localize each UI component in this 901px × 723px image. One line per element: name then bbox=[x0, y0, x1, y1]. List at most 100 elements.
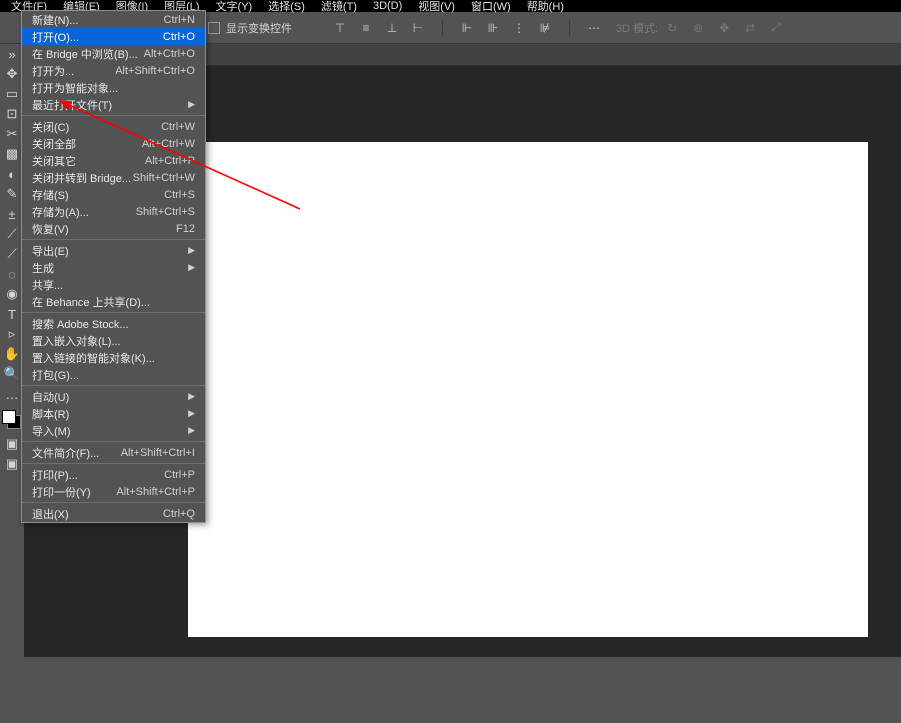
menu-item-label: 退出(X) bbox=[32, 506, 163, 522]
roll-icon[interactable]: ⊚ bbox=[690, 20, 706, 36]
menu-item-label: 打包(G)... bbox=[32, 367, 195, 383]
menu-separator bbox=[22, 463, 205, 464]
shortcut-label: Alt+Shift+Ctrl+I bbox=[121, 447, 195, 459]
toolbar-divider bbox=[569, 20, 570, 36]
submenu-arrow-icon: ▶ bbox=[188, 245, 195, 256]
menu-item-label: 置入嵌入对象(L)... bbox=[32, 333, 195, 349]
menu-item-label: 导入(M) bbox=[32, 423, 188, 439]
menu-item[interactable]: 关闭(C)Ctrl+W bbox=[22, 118, 205, 135]
menu-item[interactable]: 最近打开文件(T)▶ bbox=[22, 96, 205, 113]
menu-separator bbox=[22, 312, 205, 313]
menu-item[interactable]: 关闭并转到 Bridge...Shift+Ctrl+W bbox=[22, 169, 205, 186]
show-transform-controls-checkbox[interactable] bbox=[208, 22, 220, 34]
menu-item-label: 打开为智能对象... bbox=[32, 80, 195, 96]
align-top-icon[interactable]: ⊤ bbox=[332, 20, 348, 36]
distribute-spacing-icon[interactable]: ⊯ bbox=[537, 20, 553, 36]
shortcut-label: Shift+Ctrl+W bbox=[133, 172, 195, 184]
menu-item-label: 恢复(V) bbox=[32, 221, 176, 237]
menu-item-label: 存储为(A)... bbox=[32, 204, 136, 220]
menu-item-label: 新建(N)... bbox=[32, 12, 164, 28]
menu-separator bbox=[22, 385, 205, 386]
menu-item[interactable]: 打包(G)... bbox=[22, 366, 205, 383]
menu-item[interactable]: 打印一份(Y)Alt+Shift+Ctrl+P bbox=[22, 483, 205, 500]
menu-item-label: 关闭并转到 Bridge... bbox=[32, 170, 133, 186]
pan-icon[interactable]: ✥ bbox=[716, 20, 732, 36]
menu-item-label: 打印(P)... bbox=[32, 467, 164, 483]
menu-滤镜(T)[interactable]: 滤镜(T) bbox=[313, 0, 365, 14]
menu-item[interactable]: 共享... bbox=[22, 276, 205, 293]
menu-item-label: 在 Bridge 中浏览(B)... bbox=[32, 46, 144, 62]
menu-item[interactable]: 存储(S)Ctrl+S bbox=[22, 186, 205, 203]
menu-separator bbox=[22, 502, 205, 503]
distribute-h-icon[interactable]: ⊩ bbox=[459, 20, 475, 36]
menu-item-label: 最近打开文件(T) bbox=[32, 97, 188, 113]
menu-item[interactable]: 打开为智能对象... bbox=[22, 79, 205, 96]
foreground-swatch[interactable] bbox=[2, 410, 16, 424]
shortcut-label: Shift+Ctrl+S bbox=[136, 206, 195, 218]
menu-item-label: 存储(S) bbox=[32, 187, 164, 203]
shortcut-label: F12 bbox=[176, 223, 195, 235]
menu-item-label: 打印一份(Y) bbox=[32, 484, 116, 500]
distribute-center-icon[interactable]: ⋮ bbox=[511, 20, 527, 36]
menu-帮助(H)[interactable]: 帮助(H) bbox=[519, 0, 572, 14]
menu-item[interactable]: 脚本(R)▶ bbox=[22, 405, 205, 422]
submenu-arrow-icon: ▶ bbox=[188, 408, 195, 419]
menu-item[interactable]: 导出(E)▶ bbox=[22, 242, 205, 259]
orbit-icon[interactable]: ↻ bbox=[664, 20, 680, 36]
menu-item[interactable]: 新建(N)...Ctrl+N bbox=[22, 11, 205, 28]
menu-item-label: 共享... bbox=[32, 277, 195, 293]
menu-窗口(W)[interactable]: 窗口(W) bbox=[463, 0, 519, 14]
menu-视图(V)[interactable]: 视图(V) bbox=[410, 0, 463, 14]
menu-选择(S)[interactable]: 选择(S) bbox=[260, 0, 313, 14]
submenu-arrow-icon: ▶ bbox=[188, 262, 195, 273]
menu-item[interactable]: 退出(X)Ctrl+Q bbox=[22, 505, 205, 522]
document-canvas[interactable] bbox=[188, 142, 868, 637]
menu-item-label: 文件简介(F)... bbox=[32, 445, 121, 461]
menu-separator bbox=[22, 239, 205, 240]
shortcut-label: Ctrl+S bbox=[164, 189, 195, 201]
menu-item[interactable]: 存储为(A)...Shift+Ctrl+S bbox=[22, 203, 205, 220]
slide-icon[interactable]: ⇄ bbox=[742, 20, 758, 36]
menu-item[interactable]: 在 Bridge 中浏览(B)...Alt+Ctrl+O bbox=[22, 45, 205, 62]
menu-item-label: 置入链接的智能对象(K)... bbox=[32, 350, 195, 366]
menu-item-label: 自动(U) bbox=[32, 389, 188, 405]
menu-item-label: 打开为... bbox=[32, 63, 115, 79]
menu-item[interactable]: 恢复(V)F12 bbox=[22, 220, 205, 237]
menu-item[interactable]: 导入(M)▶ bbox=[22, 422, 205, 439]
align-left-icon[interactable]: ⊢ bbox=[410, 20, 426, 36]
menu-item[interactable]: 打印(P)...Ctrl+P bbox=[22, 466, 205, 483]
distribute-v-icon[interactable]: ⊪ bbox=[485, 20, 501, 36]
menu-item[interactable]: 关闭其它Alt+Ctrl+P bbox=[22, 152, 205, 169]
menu-3D(D)[interactable]: 3D(D) bbox=[365, 0, 410, 12]
scale-icon[interactable]: ⤢ bbox=[768, 20, 784, 36]
menu-item[interactable]: 在 Behance 上共享(D)... bbox=[22, 293, 205, 310]
align-bottom-icon[interactable]: ⊥ bbox=[384, 20, 400, 36]
menu-item[interactable]: 自动(U)▶ bbox=[22, 388, 205, 405]
submenu-arrow-icon: ▶ bbox=[188, 391, 195, 402]
menu-item[interactable]: 置入链接的智能对象(K)... bbox=[22, 349, 205, 366]
menu-item-label: 生成 bbox=[32, 260, 188, 276]
menu-item-label: 打开(O)... bbox=[32, 29, 163, 45]
more-icon[interactable]: ⋯ bbox=[586, 20, 602, 36]
menu-item-label: 关闭(C) bbox=[32, 119, 161, 135]
shortcut-label: Alt+Ctrl+P bbox=[145, 155, 195, 167]
submenu-arrow-icon: ▶ bbox=[188, 99, 195, 110]
shortcut-label: Alt+Shift+Ctrl+P bbox=[116, 486, 195, 498]
menu-item-label: 搜索 Adobe Stock... bbox=[32, 316, 195, 332]
align-vcenter-icon[interactable]: ≡ bbox=[358, 20, 374, 36]
shortcut-label: Ctrl+W bbox=[161, 121, 195, 133]
menu-文字(Y)[interactable]: 文字(Y) bbox=[208, 0, 261, 14]
menu-item[interactable]: 生成▶ bbox=[22, 259, 205, 276]
menu-item[interactable]: 打开(O)...Ctrl+O bbox=[22, 28, 205, 45]
menu-item[interactable]: 关闭全部Alt+Ctrl+W bbox=[22, 135, 205, 152]
menu-item-label: 脚本(R) bbox=[32, 406, 188, 422]
menu-item[interactable]: 打开为...Alt+Shift+Ctrl+O bbox=[22, 62, 205, 79]
shortcut-label: Ctrl+P bbox=[164, 469, 195, 481]
menu-item[interactable]: 文件简介(F)...Alt+Shift+Ctrl+I bbox=[22, 444, 205, 461]
menu-item-label: 关闭其它 bbox=[32, 153, 145, 169]
menu-item[interactable]: 搜索 Adobe Stock... bbox=[22, 315, 205, 332]
menu-item[interactable]: 置入嵌入对象(L)... bbox=[22, 332, 205, 349]
shortcut-label: Ctrl+O bbox=[163, 31, 195, 43]
shortcut-label: Alt+Shift+Ctrl+O bbox=[115, 65, 195, 77]
menu-item-label: 导出(E) bbox=[32, 243, 188, 259]
